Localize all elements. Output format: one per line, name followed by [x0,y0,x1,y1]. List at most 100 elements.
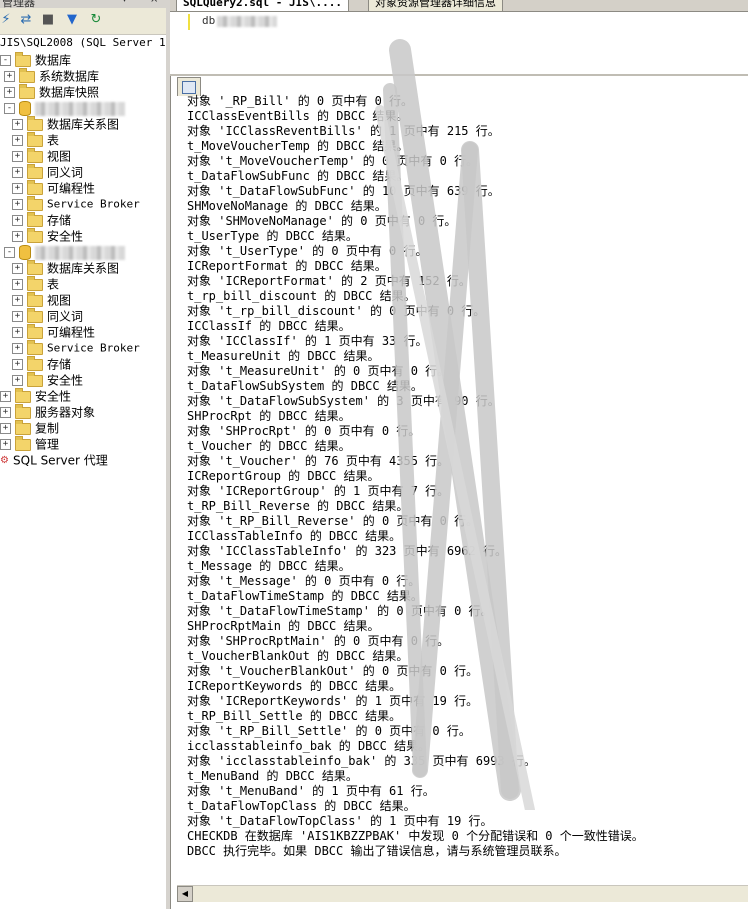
message-line: t_MenuBand 的 DBCC 结果。 [187,769,358,783]
tree-node[interactable]: + 同义词 [12,307,84,324]
message-line: 对象 't_RP_Bill_Reverse' 的 0 页中有 0 行。 [187,514,479,528]
filter-icon[interactable]: ▼ [64,12,80,28]
expand-icon[interactable]: + [0,391,11,402]
horizontal-scrollbar[interactable]: ◀ [177,885,748,902]
folder-icon [15,419,31,435]
expand-icon[interactable]: + [0,407,11,418]
message-line: 对象 'SHProcRpt' 的 0 页中有 0 行。 [187,424,421,438]
folder-icon [27,195,43,211]
tree-node-label: 可编程性 [47,325,96,340]
tree-node[interactable]: + Service Broker [12,339,140,356]
disconnect-icon[interactable]: ⇄ [18,12,34,28]
expand-icon[interactable]: + [12,215,23,226]
message-line: ICReportKeywords 的 DBCC 结果。 [187,679,402,693]
tree-node[interactable]: + 表 [12,131,59,148]
tree-node[interactable]: + 同义词 [12,163,83,180]
message-line: 对象 't_Message' 的 0 页中有 0 行。 [187,574,421,588]
tree-node-label: 表 [47,277,60,292]
pin-icon[interactable]: ▾ [122,0,127,5]
tree-node[interactable]: ⚙ SQL Server 代理 [0,452,108,468]
collapse-icon[interactable]: - [4,247,15,258]
expand-icon[interactable]: + [12,183,23,194]
expand-icon[interactable]: + [12,295,23,306]
message-line: t_MoveVoucherTemp 的 DBCC 结果。 [187,139,409,153]
tree-node[interactable]: + 安全性 [12,371,83,388]
object-explorer-titlebar: 管理器 ▾ × [0,0,166,8]
redacted-database-name [35,245,125,260]
message-line: 对象 'SHMoveNoManage' 的 0 页中有 0 行。 [187,214,457,228]
tree-node[interactable]: + 管理 [0,435,59,452]
tree-node[interactable]: + 视图 [12,291,71,308]
message-line: 对象 'ICClassReventBills' 的 1 页中有 215 行。 [187,124,500,138]
expand-icon[interactable]: + [12,231,23,242]
tree-node-label: 服务器对象 [35,405,96,420]
tab-label: SQLQuery2.sql - JIS\.... [183,0,342,9]
close-icon[interactable]: × [150,0,158,5]
tree-node[interactable]: + Service Broker [12,195,140,212]
expand-icon[interactable]: + [12,375,23,386]
expand-icon[interactable]: + [12,151,23,162]
folder-icon [27,147,43,163]
expand-icon[interactable]: + [12,135,23,146]
expand-icon[interactable]: + [12,167,23,178]
collapse-icon[interactable]: - [0,55,11,66]
connect-icon[interactable]: ⚡ [0,12,14,28]
tree-node-label: 同义词 [47,309,84,324]
server-node[interactable]: JIS\SQL2008 (SQL Server 10.50 [0,36,166,49]
scroll-left-icon[interactable]: ◀ [177,886,193,902]
expand-icon[interactable]: + [0,423,11,434]
message-line: 对象 't_MoveVoucherTemp' 的 0 页中有 0 行。 [187,154,479,168]
tree-node[interactable]: + 数据库快照 [4,83,99,100]
tree-node[interactable]: + 复制 [0,419,59,436]
collapse-icon[interactable]: - [4,103,15,114]
folder-icon [27,115,43,131]
tree-node[interactable]: + 存储 [12,211,71,228]
expand-icon[interactable]: + [12,199,23,210]
server-node-label: JIS\SQL2008 (SQL Server 10.50 [0,36,166,49]
tree-node[interactable]: + 安全性 [12,227,83,244]
expand-icon[interactable]: + [12,311,23,322]
tree-node[interactable]: + 安全性 [0,387,71,404]
tree-node[interactable]: + 视图 [12,147,72,164]
message-line: 对象 't_MenuBand' 的 1 页中有 61 行。 [187,784,435,798]
tree-node[interactable]: + 服务器对象 [0,403,96,420]
message-line: 对象 '_RP_Bill' 的 0 页中有 0 行。 [187,94,414,108]
tree-node[interactable]: + 存储 [12,355,71,372]
folder-icon [15,435,31,451]
tree-node-label: Service Broker [47,197,140,211]
tree-node[interactable]: + 可编程性 [12,323,96,340]
tree-node[interactable]: - [4,244,125,260]
expand-icon[interactable]: + [12,279,23,290]
expand-icon[interactable]: + [12,327,23,338]
expand-icon[interactable]: + [12,343,23,354]
expand-icon[interactable]: + [4,71,15,82]
message-line: t_DataFlowSubFunc 的 DBCC 结果。 [187,169,409,183]
message-line: 对象 't_DataFlowSubSystem' 的 3 页中有 90 行。 [187,394,500,408]
message-line: t_DataFlowTopClass 的 DBCC 结果。 [187,799,416,813]
tree-node[interactable]: - [4,100,125,116]
refresh-icon[interactable]: ↻ [88,12,104,28]
tree-node[interactable]: + 可编程性 [12,179,95,196]
expand-icon[interactable]: + [12,119,23,130]
query-text[interactable]: db [202,14,278,27]
folder-icon [27,131,43,147]
tab-sqlquery2[interactable]: SQLQuery2.sql - JIS\.... [176,0,349,11]
folder-icon [27,259,43,275]
tab-object-explorer-details[interactable]: 对象资源管理器详细信息 [368,0,503,11]
tree-node[interactable]: + 数据库关系图 [12,259,120,276]
expand-icon[interactable]: + [12,263,23,274]
stop-icon[interactable]: ■ [40,12,56,28]
expand-icon[interactable]: + [0,439,11,450]
tree-node[interactable]: + 系统数据库 [4,67,99,84]
query-editor[interactable]: db [170,11,748,75]
tree-node[interactable]: + 数据库关系图 [12,115,119,132]
tree-node[interactable]: - 数据库 [0,51,71,68]
tree-node[interactable]: + 表 [12,275,60,292]
message-line: t_VoucherBlankOut 的 DBCC 结果。 [187,649,409,663]
expand-icon[interactable]: + [4,87,15,98]
expand-icon[interactable]: + [12,359,23,370]
folder-icon [27,211,43,227]
tree-node-label: 视图 [47,149,72,164]
tree-node-label: 数据库关系图 [47,261,120,276]
message-line: 对象 'SHProcRptMain' 的 0 页中有 0 行。 [187,634,450,648]
